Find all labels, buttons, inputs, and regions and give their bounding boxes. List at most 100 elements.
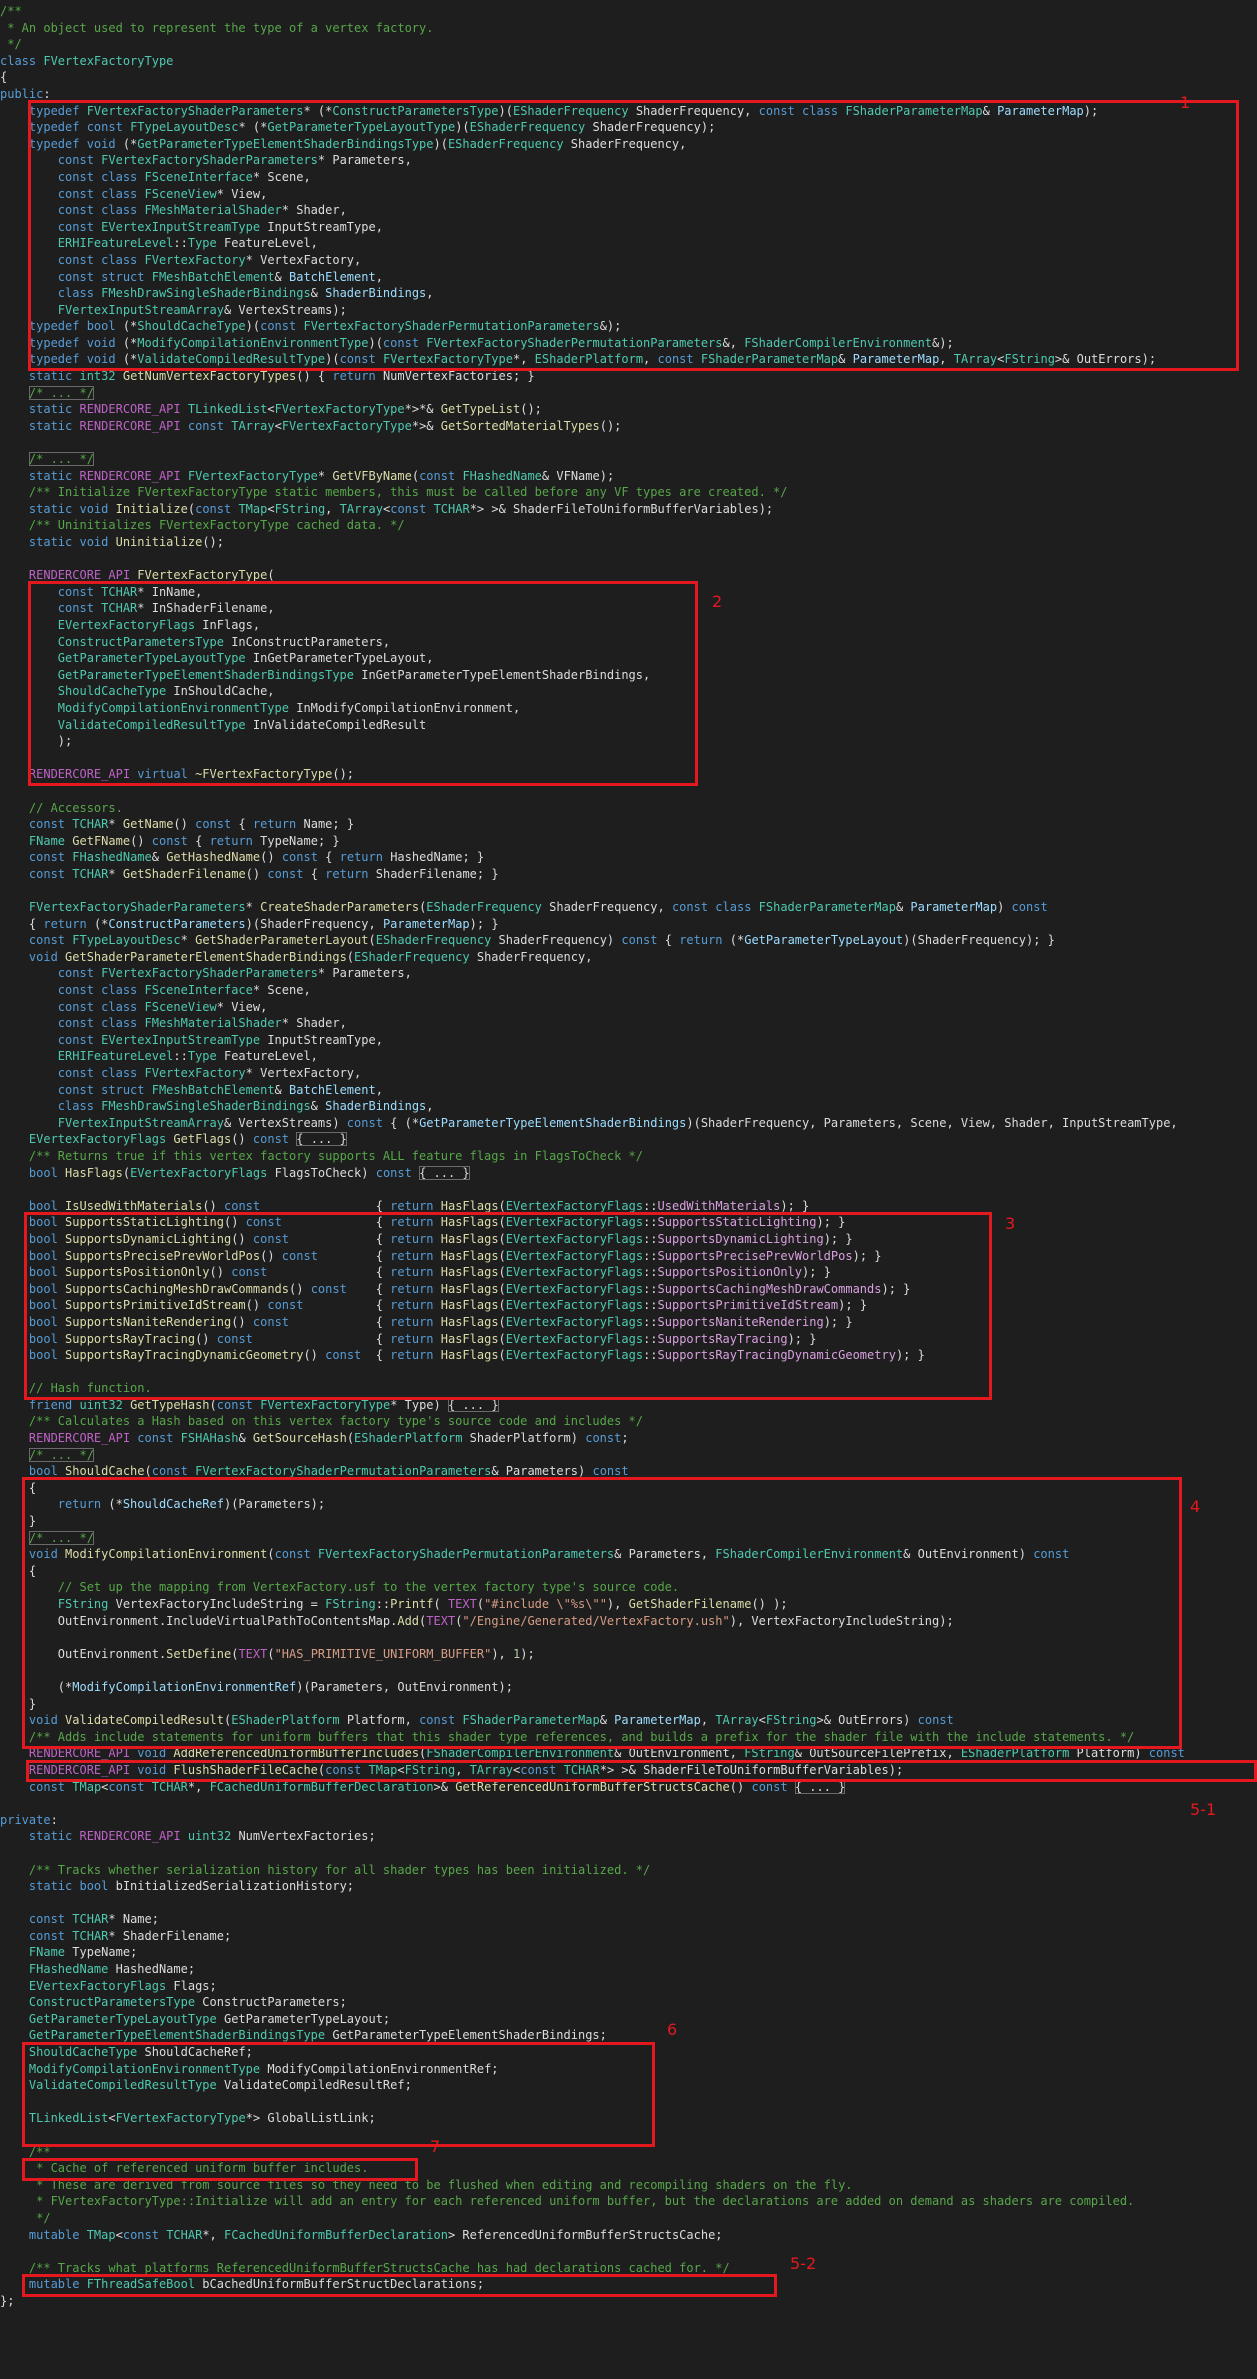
code-line[interactable]: GetParameterTypeLayoutType GetParameterT… (0, 2011, 1257, 2028)
code-line[interactable]: /** Tracks whether serialization history… (0, 1862, 1257, 1879)
code-token: () (260, 850, 282, 865)
code-token: const (28, 1928, 73, 1943)
code-line[interactable]: const TCHAR* Name; (0, 1911, 1257, 1928)
code-line[interactable]: class FMeshDrawSingleShaderBindings& Sha… (0, 1098, 1257, 1115)
code-line[interactable]: static void Uninitialize(); (0, 534, 1257, 551)
code-line[interactable]: /** Calculates a Hash based on this vert… (0, 1413, 1257, 1430)
code-line[interactable] (0, 1895, 1257, 1912)
code-token: FHashedName (72, 850, 152, 865)
code-token: (* (729, 933, 745, 948)
code-token: { (375, 1198, 391, 1213)
code-token: { (664, 933, 680, 948)
code-line[interactable]: static RENDERCORE_API TLinkedList<FVerte… (0, 401, 1257, 418)
code-line[interactable]: static RENDERCORE_API const TArray<FVert… (0, 418, 1257, 435)
code-token: const (585, 1431, 622, 1446)
code-line[interactable]: FVertexInputStreamArray& VertexStreams) … (0, 1115, 1257, 1132)
code-line[interactable]: const EVertexInputStreamType InputStream… (0, 1032, 1257, 1049)
code-token: ( (411, 468, 420, 483)
code-line[interactable]: mutable TMap<const TCHAR*, FCachedUnifor… (0, 2227, 1257, 2244)
code-line[interactable]: const class FSceneView* View, (0, 999, 1257, 1016)
code-line[interactable]: const struct FMeshBatchElement& BatchEle… (0, 1082, 1257, 1099)
code-line[interactable]: static RENDERCORE_API FVertexFactoryType… (0, 468, 1257, 485)
code-line[interactable]: { return (*ConstructParameters)(ShaderFr… (0, 916, 1257, 933)
code-token: ShouldCache (65, 1464, 145, 1479)
code-line[interactable]: const TCHAR* GetName() const { return Na… (0, 816, 1257, 833)
code-token: HasFlags (65, 1165, 123, 1180)
code-line[interactable]: const FVertexFactoryShaderParameters* Pa… (0, 965, 1257, 982)
code-line[interactable] (0, 1181, 1257, 1198)
code-token: Flags; (173, 1978, 217, 1993)
code-line[interactable]: const TCHAR* ShaderFilename; (0, 1928, 1257, 1945)
code-line[interactable] (0, 882, 1257, 899)
code-token: return (43, 916, 94, 931)
code-line[interactable]: /** Initialize FVertexFactoryType static… (0, 484, 1257, 501)
code-line[interactable]: const class FVertexFactory* VertexFactor… (0, 1065, 1257, 1082)
code-token: ); } (780, 1198, 810, 1213)
code-line[interactable]: const TCHAR* GetShaderFilename() const {… (0, 866, 1257, 883)
code-line[interactable]: static bool bInitializedSerializationHis… (0, 1878, 1257, 1895)
code-line[interactable]: private: (0, 1812, 1257, 1829)
code-token: FVertexFactoryType (187, 468, 318, 483)
code-line[interactable]: class FVertexFactoryType (0, 53, 1257, 70)
code-token: const class (671, 900, 759, 915)
code-line[interactable]: const class FSceneInterface* Scene, (0, 982, 1257, 999)
code-line[interactable] (0, 434, 1257, 451)
code-token: RENDERCORE_API (28, 1431, 138, 1446)
code-line[interactable]: */ (0, 2210, 1257, 2227)
code-line[interactable] (0, 551, 1257, 568)
code-line[interactable]: EVertexFactoryFlags Flags; (0, 1978, 1257, 1995)
code-line[interactable]: // Accessors. (0, 800, 1257, 817)
code-line[interactable]: /* ... */ (0, 385, 1257, 402)
code-line[interactable]: static void Initialize(const TMap<FStrin… (0, 501, 1257, 518)
code-token: RENDERCORE_API (79, 402, 188, 417)
code-line[interactable]: /** Uninitializes FVertexFactoryType cac… (0, 517, 1257, 534)
code-line[interactable]: FHashedName HashedName; (0, 1961, 1257, 1978)
code-token: const class (57, 1066, 145, 1080)
code-line[interactable]: ConstructParametersType ConstructParamet… (0, 1994, 1257, 2011)
code-line[interactable]: */ (0, 36, 1257, 53)
code-token: ERHIFeatureLevel (57, 1049, 174, 1064)
code-line[interactable]: const FHashedName& GetHashedName() const… (0, 849, 1257, 866)
code-line[interactable]: FName TypeName; (0, 1944, 1257, 1961)
code-token: bool (28, 1198, 66, 1213)
code-token: )(ShaderFrequency); } (903, 933, 1055, 948)
code-line[interactable] (0, 2243, 1257, 2260)
code-line[interactable]: const FTypeLayoutDesc* GetShaderParamete… (0, 932, 1257, 949)
code-line[interactable] (0, 1795, 1257, 1812)
code-line[interactable]: void GetShaderParameterElementShaderBind… (0, 949, 1257, 966)
code-line[interactable]: RENDERCORE_API const FSHAHash& GetSource… (0, 1430, 1257, 1447)
code-line[interactable]: /** (0, 3, 1257, 20)
code-token: ( (346, 949, 355, 964)
code-token: { (0, 70, 8, 85)
code-line[interactable]: ERHIFeatureLevel::Type FeatureLevel, (0, 1048, 1257, 1065)
code-token: const (57, 1032, 102, 1047)
code-line[interactable]: { (0, 69, 1257, 86)
code-line[interactable]: /* ... */ (0, 1447, 1257, 1464)
code-line[interactable] (0, 1845, 1257, 1862)
code-line[interactable]: FName GetFName() const { return TypeName… (0, 833, 1257, 850)
code-line[interactable]: bool HasFlags(EVertexFactoryFlags FlagsT… (0, 1165, 1257, 1182)
code-line[interactable]: EVertexFactoryFlags GetFlags() const { .… (0, 1131, 1257, 1148)
code-line[interactable]: * FVertexFactoryType::Initialize will ad… (0, 2193, 1257, 2210)
code-line[interactable]: const class FMeshMaterialShader* Shader, (0, 1015, 1257, 1032)
code-line[interactable]: FVertexFactoryShaderParameters* CreateSh… (0, 899, 1257, 916)
code-token: GetParameterTypeElementShaderBindings (419, 1115, 687, 1130)
code-line[interactable]: /* ... */ (0, 451, 1257, 468)
code-token: return (679, 933, 730, 948)
code-token: FString (274, 501, 326, 516)
code-token: FName (28, 833, 73, 848)
code-token: *> >& ShaderFileToUniformBufferVariables… (469, 501, 774, 516)
code-token: const (151, 833, 196, 848)
code-line[interactable]: static RENDERCORE_API uint32 NumVertexFa… (0, 1828, 1257, 1845)
code-line[interactable]: /** Returns true if this vertex factory … (0, 1148, 1257, 1165)
code-line[interactable]: * An object used to represent the type o… (0, 20, 1257, 37)
